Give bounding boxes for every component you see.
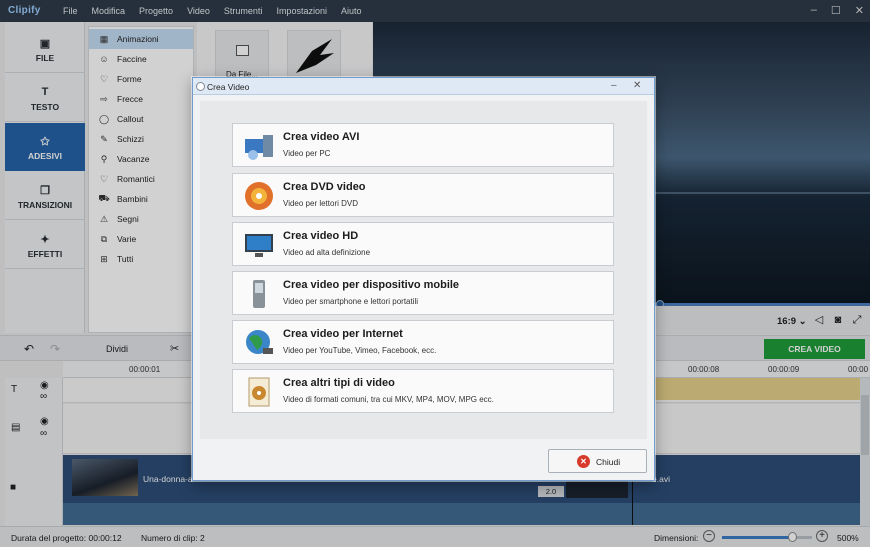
option-title: Crea altri tipi di video: [283, 377, 395, 389]
option-subtitle: Video per YouTube, Vimeo, Facebook, ecc.: [283, 346, 437, 355]
film-file-icon: [248, 377, 270, 407]
dialog-title-bar[interactable]: Crea Video – ✕: [193, 78, 654, 95]
dialog-footer: ✕ Chiudi: [193, 443, 654, 481]
dialog-close-button[interactable]: ✕: [633, 80, 641, 91]
option-title: Crea video HD: [283, 230, 359, 242]
create-video-dialog: Crea Video – ✕ Crea video AVI Video per …: [192, 77, 655, 481]
option-title: Crea DVD video: [283, 181, 366, 193]
dialog-minimize-button[interactable]: –: [611, 80, 617, 91]
dvd-icon: [245, 182, 273, 210]
dialog-title: Crea Video: [207, 82, 250, 92]
option-avi[interactable]: Crea video AVI Video per PC: [232, 123, 614, 167]
close-icon: ✕: [577, 455, 590, 468]
option-subtitle: Video per lettori DVD: [283, 199, 358, 208]
option-subtitle: Video ad alta definizione: [283, 248, 371, 257]
option-other[interactable]: Crea altri tipi di video Video di format…: [232, 369, 614, 413]
option-dvd[interactable]: Crea DVD video Video per lettori DVD: [232, 173, 614, 217]
close-button[interactable]: ✕ Chiudi: [548, 449, 647, 473]
option-mobile[interactable]: Crea video per dispositivo mobile Video …: [232, 271, 614, 315]
computer-icon: [245, 135, 273, 160]
monitor-icon: [245, 234, 273, 257]
option-title: Crea video AVI: [283, 131, 360, 143]
close-button-label: Chiudi: [596, 457, 621, 467]
phone-icon: [253, 280, 265, 308]
option-hd[interactable]: Crea video HD Video ad alta definizione: [232, 222, 614, 266]
dialog-body: Crea video AVI Video per PC Crea DVD vid…: [200, 101, 647, 439]
option-subtitle: Video di formati comuni, tra cui MKV, MP…: [283, 395, 494, 404]
option-subtitle: Video per smartphone e lettori portatili: [283, 297, 419, 306]
app-icon: [196, 82, 205, 91]
option-title: Crea video per Internet: [283, 328, 403, 340]
option-subtitle: Video per PC: [283, 149, 331, 158]
option-internet[interactable]: Crea video per Internet Video per YouTub…: [232, 320, 614, 364]
option-title: Crea video per dispositivo mobile: [283, 279, 460, 291]
globe-icon: [246, 330, 273, 354]
clipify-window: Clipify File Modifica Progetto Video Str…: [0, 0, 870, 547]
